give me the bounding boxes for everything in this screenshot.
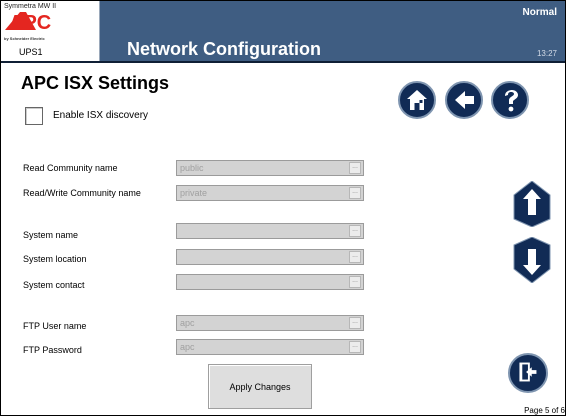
ellipsis-button[interactable]: ... <box>349 276 361 288</box>
ellipsis-button[interactable]: ... <box>349 187 361 199</box>
read-write-community-input[interactable]: private ... <box>176 185 364 201</box>
header-bar: Symmetra MW II APC by Schneider Electric… <box>1 1 565 61</box>
isx-discovery-checkbox[interactable] <box>25 107 45 127</box>
ftp-user-label: FTP User name <box>23 321 87 331</box>
read-community-label: Read Community name <box>23 163 118 173</box>
scroll-up-button[interactable] <box>512 180 552 228</box>
status-text: Normal <box>522 7 557 18</box>
apply-changes-button[interactable]: Apply Changes <box>208 364 312 409</box>
page-indicator: Page 5 of 6 <box>524 406 565 415</box>
read-write-community-label: Read/Write Community name <box>23 188 141 198</box>
help-icon <box>505 90 518 112</box>
ftp-password-label: FTP Password <box>23 345 82 355</box>
back-arrow-icon <box>455 91 474 109</box>
settings-heading: APC ISX Settings <box>21 73 170 93</box>
field-value: public <box>180 163 204 173</box>
ellipsis-button[interactable]: ... <box>349 251 361 263</box>
page-title: Network Configuration <box>127 39 321 59</box>
field-value: apc <box>180 342 195 352</box>
ftp-password-input[interactable]: apc ... <box>176 339 364 355</box>
ellipsis-button[interactable]: ... <box>349 341 361 353</box>
logo-panel: Symmetra MW II APC by Schneider Electric… <box>1 1 100 61</box>
system-location-input[interactable]: ... <box>176 249 364 265</box>
isx-discovery-label: Enable ISX discovery <box>53 110 149 121</box>
system-contact-input[interactable]: ... <box>176 274 364 290</box>
checkbox-box[interactable] <box>25 107 43 125</box>
help-button[interactable] <box>491 81 529 119</box>
device-name: UPS1 <box>19 47 43 57</box>
home-icon <box>407 90 427 110</box>
field-value: apc <box>180 318 195 328</box>
read-community-input[interactable]: public ... <box>176 160 364 176</box>
system-location-label: System location <box>23 254 87 264</box>
ellipsis-button[interactable]: ... <box>349 317 361 329</box>
ellipsis-button[interactable]: ... <box>349 162 361 174</box>
exit-button[interactable] <box>508 353 548 393</box>
system-contact-label: System contact <box>23 280 85 290</box>
ftp-user-input[interactable]: apc ... <box>176 315 364 331</box>
home-button[interactable] <box>398 81 436 119</box>
system-name-input[interactable]: ... <box>176 223 364 239</box>
down-arrow-icon <box>513 236 551 284</box>
back-button[interactable] <box>445 81 483 119</box>
apc-logo-text: APC <box>9 12 51 33</box>
clock-text: 13:27 <box>536 49 557 58</box>
up-arrow-icon <box>513 180 551 228</box>
scroll-down-button[interactable] <box>512 236 552 284</box>
ellipsis-button[interactable]: ... <box>349 225 361 237</box>
header-separator <box>1 61 565 63</box>
system-name-label: System name <box>23 230 79 240</box>
field-value: private <box>180 188 208 198</box>
exit-icon <box>519 362 537 382</box>
parent-brand: by Schneider Electric <box>4 36 45 41</box>
apc-logo: APC <box>5 12 51 33</box>
screen-frame: Symmetra MW II APC by Schneider Electric… <box>0 0 566 416</box>
